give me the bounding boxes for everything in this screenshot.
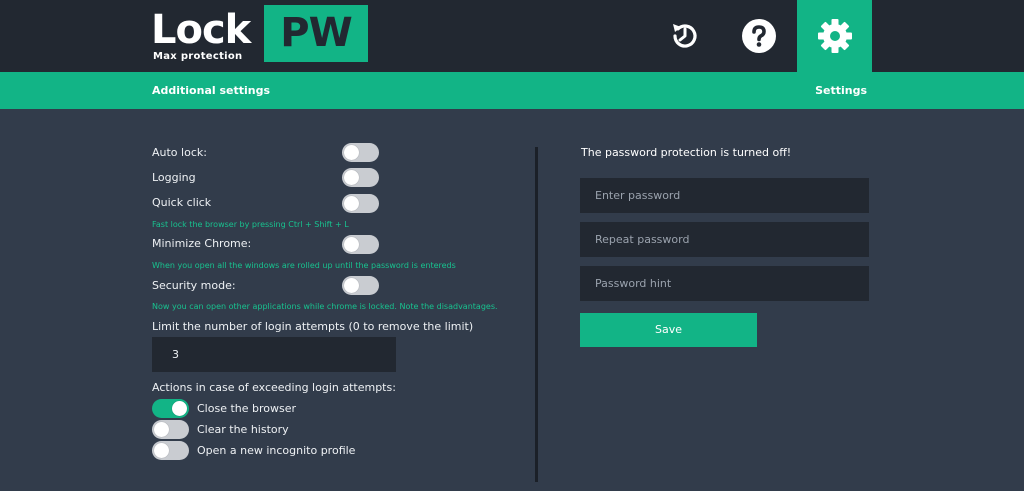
protection-status: The password protection is turned off! (581, 146, 792, 159)
incognito-toggle[interactable] (152, 441, 189, 460)
enter-password-field[interactable] (580, 178, 869, 213)
app-header: Lock Max protection PW (0, 0, 1024, 72)
lockpw-logo: Lock Max protection PW (151, 5, 371, 67)
help-icon (742, 19, 776, 53)
security-mode-label: Security mode: (152, 279, 236, 292)
toggle-knob (154, 443, 169, 458)
logging-label: Logging (152, 171, 196, 184)
clear-history-label: Clear the history (197, 423, 289, 436)
help-button[interactable] (722, 0, 796, 72)
toggle-knob (344, 145, 359, 160)
security-mode-toggle[interactable] (342, 276, 379, 295)
tab-additional-settings[interactable]: Additional settings (152, 72, 270, 109)
auto-lock-label: Auto lock: (152, 146, 207, 159)
logging-toggle[interactable] (342, 168, 379, 187)
quick-click-hint: Fast lock the browser by pressing Ctrl +… (152, 220, 349, 229)
toggle-knob (344, 278, 359, 293)
minimize-chrome-hint: When you open all the windows are rolled… (152, 261, 456, 270)
incognito-label: Open a new incognito profile (197, 444, 356, 457)
toggle-knob (344, 237, 359, 252)
login-attempts-input[interactable]: 3 (152, 337, 396, 372)
close-browser-label: Close the browser (197, 402, 297, 415)
quick-click-toggle[interactable] (342, 194, 379, 213)
minimize-chrome-toggle[interactable] (342, 235, 379, 254)
logo-tagline: Max protection (153, 51, 243, 62)
history-icon (673, 24, 697, 48)
logo-badge: PW (264, 5, 368, 62)
column-divider (535, 147, 538, 482)
save-button[interactable]: Save (580, 313, 757, 347)
actions-label: Actions in case of exceeding login attem… (152, 381, 396, 394)
toggle-knob (344, 170, 359, 185)
tab-settings[interactable]: Settings (815, 72, 867, 109)
quick-click-label: Quick click (152, 196, 212, 209)
toggle-knob (344, 196, 359, 211)
auto-lock-toggle[interactable] (342, 143, 379, 162)
security-mode-hint: Now you can open other applications whil… (152, 302, 498, 311)
history-button[interactable] (648, 0, 722, 72)
password-hint-field[interactable] (580, 266, 869, 301)
settings-button[interactable] (797, 0, 872, 72)
toggle-knob (172, 401, 187, 416)
minimize-chrome-label: Minimize Chrome: (152, 237, 252, 250)
clear-history-toggle[interactable] (152, 420, 189, 439)
tab-bar: Additional settings Settings (0, 72, 1024, 109)
login-attempts-label: Limit the number of login attempts (0 to… (152, 320, 474, 333)
gear-icon (817, 19, 852, 53)
close-browser-toggle[interactable] (152, 399, 189, 418)
repeat-password-field[interactable] (580, 222, 869, 257)
logo-word: Lock (151, 7, 251, 53)
toggle-knob (154, 422, 169, 437)
